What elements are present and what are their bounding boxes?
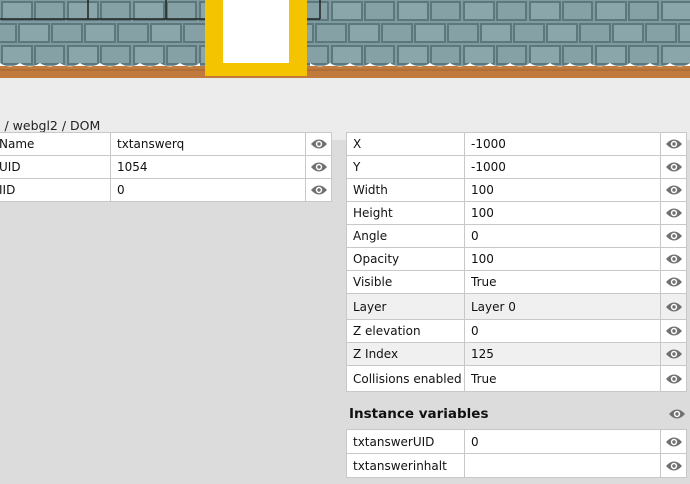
- property-value[interactable]: 100: [464, 247, 661, 271]
- property-value[interactable]: -1000: [464, 155, 661, 179]
- eye-icon: [311, 139, 327, 149]
- variable-label: txtanswerinhalt: [346, 453, 465, 478]
- table-row: Layer Layer 0: [346, 293, 687, 320]
- property-label: IID: [0, 178, 111, 202]
- watch-all-toggle[interactable]: [668, 408, 686, 423]
- property-value[interactable]: 0: [464, 224, 661, 248]
- table-row: UID 1054: [0, 155, 332, 179]
- eye-icon: [669, 409, 685, 419]
- eye-icon: [666, 349, 682, 359]
- watch-toggle[interactable]: [660, 178, 687, 202]
- common-properties-table: Name txtanswerq UID 1054 IID 0: [0, 132, 332, 202]
- property-value[interactable]: 100: [464, 201, 661, 225]
- eye-icon: [666, 302, 682, 311]
- property-label: Width: [346, 178, 465, 202]
- table-row: txtanswerinhalt: [346, 453, 687, 478]
- property-value[interactable]: -1000: [464, 132, 661, 156]
- table-row: IID 0: [0, 178, 332, 202]
- table-row: Y -1000: [346, 155, 687, 179]
- watch-toggle[interactable]: [660, 201, 687, 225]
- table-row: Height 100: [346, 201, 687, 225]
- property-label: Visible: [346, 270, 465, 294]
- property-label: Layer: [346, 293, 465, 320]
- instance-variables-heading: Instance variables: [349, 406, 489, 422]
- breadcrumb: s / webgl2 / DOM: [0, 118, 101, 133]
- eye-icon: [666, 437, 682, 446]
- property-label: Y: [346, 155, 465, 179]
- table-row: Name txtanswerq: [0, 132, 332, 156]
- property-value[interactable]: 0: [464, 319, 661, 343]
- property-value[interactable]: True: [464, 365, 661, 392]
- property-label: X: [346, 132, 465, 156]
- watch-toggle[interactable]: [660, 224, 687, 248]
- door-opening: [223, 0, 289, 63]
- table-row: Width 100: [346, 178, 687, 202]
- table-row: Visible True: [346, 270, 687, 294]
- eye-icon: [311, 162, 327, 172]
- property-value[interactable]: 0: [110, 178, 306, 202]
- watch-toggle[interactable]: [305, 155, 332, 179]
- instance-variables-table: txtanswerUID 0 txtanswerinhalt: [346, 429, 687, 478]
- property-value[interactable]: txtanswerq: [110, 132, 306, 156]
- watch-toggle[interactable]: [660, 429, 687, 454]
- property-value[interactable]: Layer 0: [464, 293, 661, 320]
- table-row: Angle 0: [346, 224, 687, 248]
- watch-toggle[interactable]: [660, 365, 687, 392]
- table-row: Z Index 125: [346, 342, 687, 366]
- eye-icon: [311, 185, 327, 195]
- left-properties-panel: Name txtanswerq UID 1054 IID 0: [0, 132, 345, 484]
- property-label: Z Index: [346, 342, 465, 366]
- property-label: Name: [0, 132, 111, 156]
- variable-value[interactable]: 0: [464, 429, 661, 454]
- watch-toggle[interactable]: [305, 178, 332, 202]
- property-value[interactable]: True: [464, 270, 661, 294]
- property-label: Angle: [346, 224, 465, 248]
- watch-toggle[interactable]: [660, 342, 687, 366]
- eye-icon: [666, 374, 682, 383]
- variable-value[interactable]: [464, 453, 661, 478]
- eye-icon: [666, 208, 682, 218]
- table-row: txtanswerUID 0: [346, 429, 687, 454]
- watch-toggle[interactable]: [660, 155, 687, 179]
- watch-toggle[interactable]: [660, 293, 687, 320]
- ground-strip: [0, 66, 690, 78]
- property-value[interactable]: 100: [464, 178, 661, 202]
- eye-icon: [666, 461, 682, 470]
- right-properties-panel: X -1000 Y -1000 Width 100 Height 100 Ang…: [345, 132, 690, 484]
- watch-toggle[interactable]: [660, 132, 687, 156]
- table-row: Collisions enabled True: [346, 365, 687, 392]
- game-viewport[interactable]: [0, 0, 690, 78]
- watch-toggle[interactable]: [660, 453, 687, 478]
- watch-toggle[interactable]: [660, 247, 687, 271]
- variable-label: txtanswerUID: [346, 429, 465, 454]
- property-value[interactable]: 1054: [110, 155, 306, 179]
- table-row: Opacity 100: [346, 247, 687, 271]
- property-label: Z elevation: [346, 319, 465, 343]
- status-bar: [0, 78, 690, 140]
- object-properties-table: X -1000 Y -1000 Width 100 Height 100 Ang…: [346, 132, 687, 392]
- eye-icon: [666, 231, 682, 241]
- property-label: UID: [0, 155, 111, 179]
- property-label: Collisions enabled: [346, 365, 465, 392]
- brick-wall: [0, 0, 690, 66]
- eye-icon: [666, 139, 682, 149]
- eye-icon: [666, 326, 682, 336]
- table-row: X -1000: [346, 132, 687, 156]
- eye-icon: [666, 162, 682, 172]
- watch-toggle[interactable]: [305, 132, 332, 156]
- watch-toggle[interactable]: [660, 319, 687, 343]
- eye-icon: [666, 254, 682, 264]
- property-label: Opacity: [346, 247, 465, 271]
- watch-toggle[interactable]: [660, 270, 687, 294]
- table-row: Z elevation 0: [346, 319, 687, 343]
- property-value[interactable]: 125: [464, 342, 661, 366]
- eye-icon: [666, 185, 682, 195]
- eye-icon: [666, 277, 682, 287]
- property-label: Height: [346, 201, 465, 225]
